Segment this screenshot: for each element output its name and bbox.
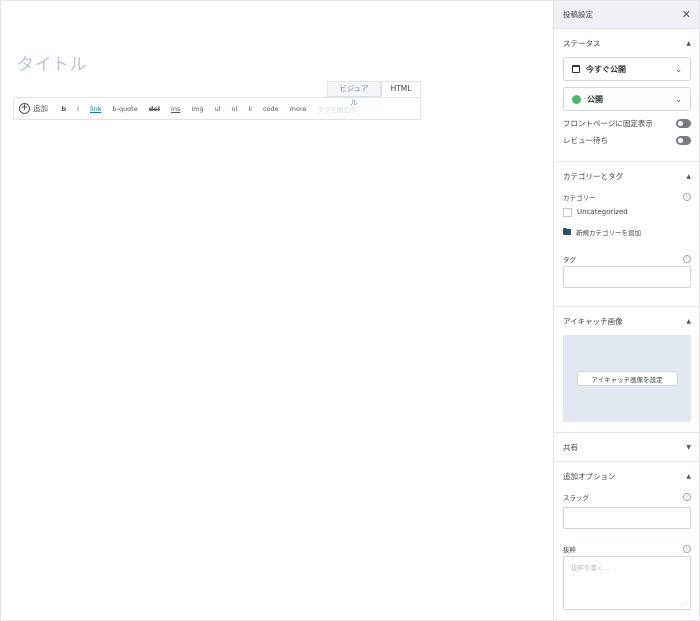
visibility-button[interactable]: 公開 ⌄ [563,87,691,111]
globe-icon [572,94,581,104]
link-button[interactable]: link [84,105,107,113]
close-icon[interactable]: ✕ [682,9,691,20]
blockquote-button[interactable]: b-quote [107,105,143,113]
featured-image-section: アイキャッチ画像 ▲ アイキャッチ画像を設定 [554,307,700,433]
set-featured-image-button[interactable]: アイキャッチ画像を設定 [576,371,678,386]
code-button[interactable]: code [257,105,284,113]
editor-mode-tabs: ビジュアル HTML [327,81,421,107]
categories-heading: カテゴリーとタグ [563,171,623,181]
excerpt-field-label: 抜粋 i [554,542,700,556]
info-icon[interactable]: i [683,255,691,263]
category-item[interactable]: Uncategorized [554,204,700,220]
featured-heading: アイキャッチ画像 [563,316,623,326]
caret-down-icon: ▼ [686,443,691,451]
img-button[interactable]: img [186,105,209,113]
info-icon[interactable]: i [683,493,691,501]
quicktags-toolbar: + 追加 b i link b-quote del ins img ul ol … [13,97,421,120]
caret-up-icon: ▲ [686,172,691,180]
add-media-button[interactable]: + 追加 [19,103,48,114]
add-category-link[interactable]: 新規カテゴリーを追加 [554,224,700,240]
publish-schedule-label: 今すぐ公開 [586,64,626,74]
info-icon[interactable]: i [683,193,691,201]
status-section: ステータス ▲ 今すぐ公開 ⌄ 公開 ⌄ フロントページに固定表示 レビュー待ち [554,29,700,162]
extra-section-toggle[interactable]: 追加オプション ▲ [554,462,700,490]
sticky-row: フロントページに固定表示 [554,115,700,132]
share-section-toggle[interactable]: 共有 ▼ [554,433,700,461]
excerpt-placeholder: 抜粋を書く... [571,564,610,572]
tab-html[interactable]: HTML [381,81,421,97]
caret-up-icon: ▲ [686,317,691,325]
close-tags-button[interactable]: タグを閉じる [312,104,362,114]
caret-up-icon: ▲ [686,472,691,480]
slug-label: スラッグ [563,494,589,502]
category-field-label: カテゴリー i [554,190,700,204]
status-section-toggle[interactable]: ステータス ▲ [554,29,700,57]
tab-visual[interactable]: ビジュアル [327,81,381,107]
sidebar-title: 投稿設定 [563,9,593,19]
categories-section: カテゴリーとタグ ▲ カテゴリー i Uncategorized 新規カテゴリー… [554,162,700,307]
categories-section-toggle[interactable]: カテゴリーとタグ ▲ [554,162,700,190]
plus-circle-icon: + [19,103,30,114]
add-category-label: 新規カテゴリーを追加 [576,229,641,237]
tag-field-label: タグ i [554,252,700,266]
info-icon[interactable]: i [683,545,691,553]
slug-input[interactable] [563,507,691,529]
category-checkbox[interactable] [563,207,572,217]
pending-label: レビュー待ち [563,136,608,145]
featured-image-dropzone[interactable]: アイキャッチ画像を設定 [563,335,691,422]
pending-row: レビュー待ち [554,132,700,149]
tag-label: タグ [563,256,576,264]
chevron-down-icon: ⌄ [675,64,682,74]
del-button[interactable]: del [143,105,165,113]
extra-options-section: 追加オプション ▲ スラッグ i 抜粋 i 抜粋を書く... ⋰ [554,462,700,610]
slug-field-label: スラッグ i [554,490,700,504]
post-settings-sidebar: 投稿設定 ✕ ステータス ▲ 今すぐ公開 ⌄ 公開 ⌄ フロントページに固定表示 [553,0,700,621]
chevron-down-icon: ⌄ [675,94,682,104]
caret-up-icon: ▲ [686,39,691,47]
ins-button[interactable]: ins [166,105,186,113]
excerpt-label: 抜粋 [563,546,576,554]
ul-button[interactable]: ul [209,105,226,113]
folder-icon [563,227,571,235]
post-title-input[interactable]: タイトル [17,50,87,75]
excerpt-textarea[interactable]: 抜粋を書く... ⋰ [563,556,691,610]
category-item-label: Uncategorized [577,208,628,216]
status-heading: ステータス [563,38,601,48]
publish-schedule-button[interactable]: 今すぐ公開 ⌄ [563,57,691,81]
resize-handle-icon[interactable]: ⋰ [682,601,688,608]
extra-heading: 追加オプション [563,471,616,481]
category-label: カテゴリー [563,194,596,202]
add-media-label: 追加 [33,104,48,113]
more-button[interactable]: more [284,105,312,113]
editor-area: タイトル ビジュアル HTML + 追加 b i link b-quote de… [0,0,553,621]
featured-section-toggle[interactable]: アイキャッチ画像 ▲ [554,307,700,335]
calendar-icon [572,65,580,73]
sidebar-header: 投稿設定 ✕ [554,0,700,29]
share-section: 共有 ▼ [554,433,700,462]
ol-button[interactable]: ol [226,105,243,113]
italic-button[interactable]: i [72,105,85,113]
share-heading: 共有 [563,442,578,452]
bold-button[interactable]: b [56,105,72,113]
pending-toggle[interactable] [676,136,691,145]
sticky-label: フロントページに固定表示 [563,119,653,128]
tag-input[interactable] [563,266,691,288]
li-button[interactable]: li [243,105,258,113]
sticky-toggle[interactable] [676,119,691,128]
visibility-label: 公開 [587,94,603,104]
